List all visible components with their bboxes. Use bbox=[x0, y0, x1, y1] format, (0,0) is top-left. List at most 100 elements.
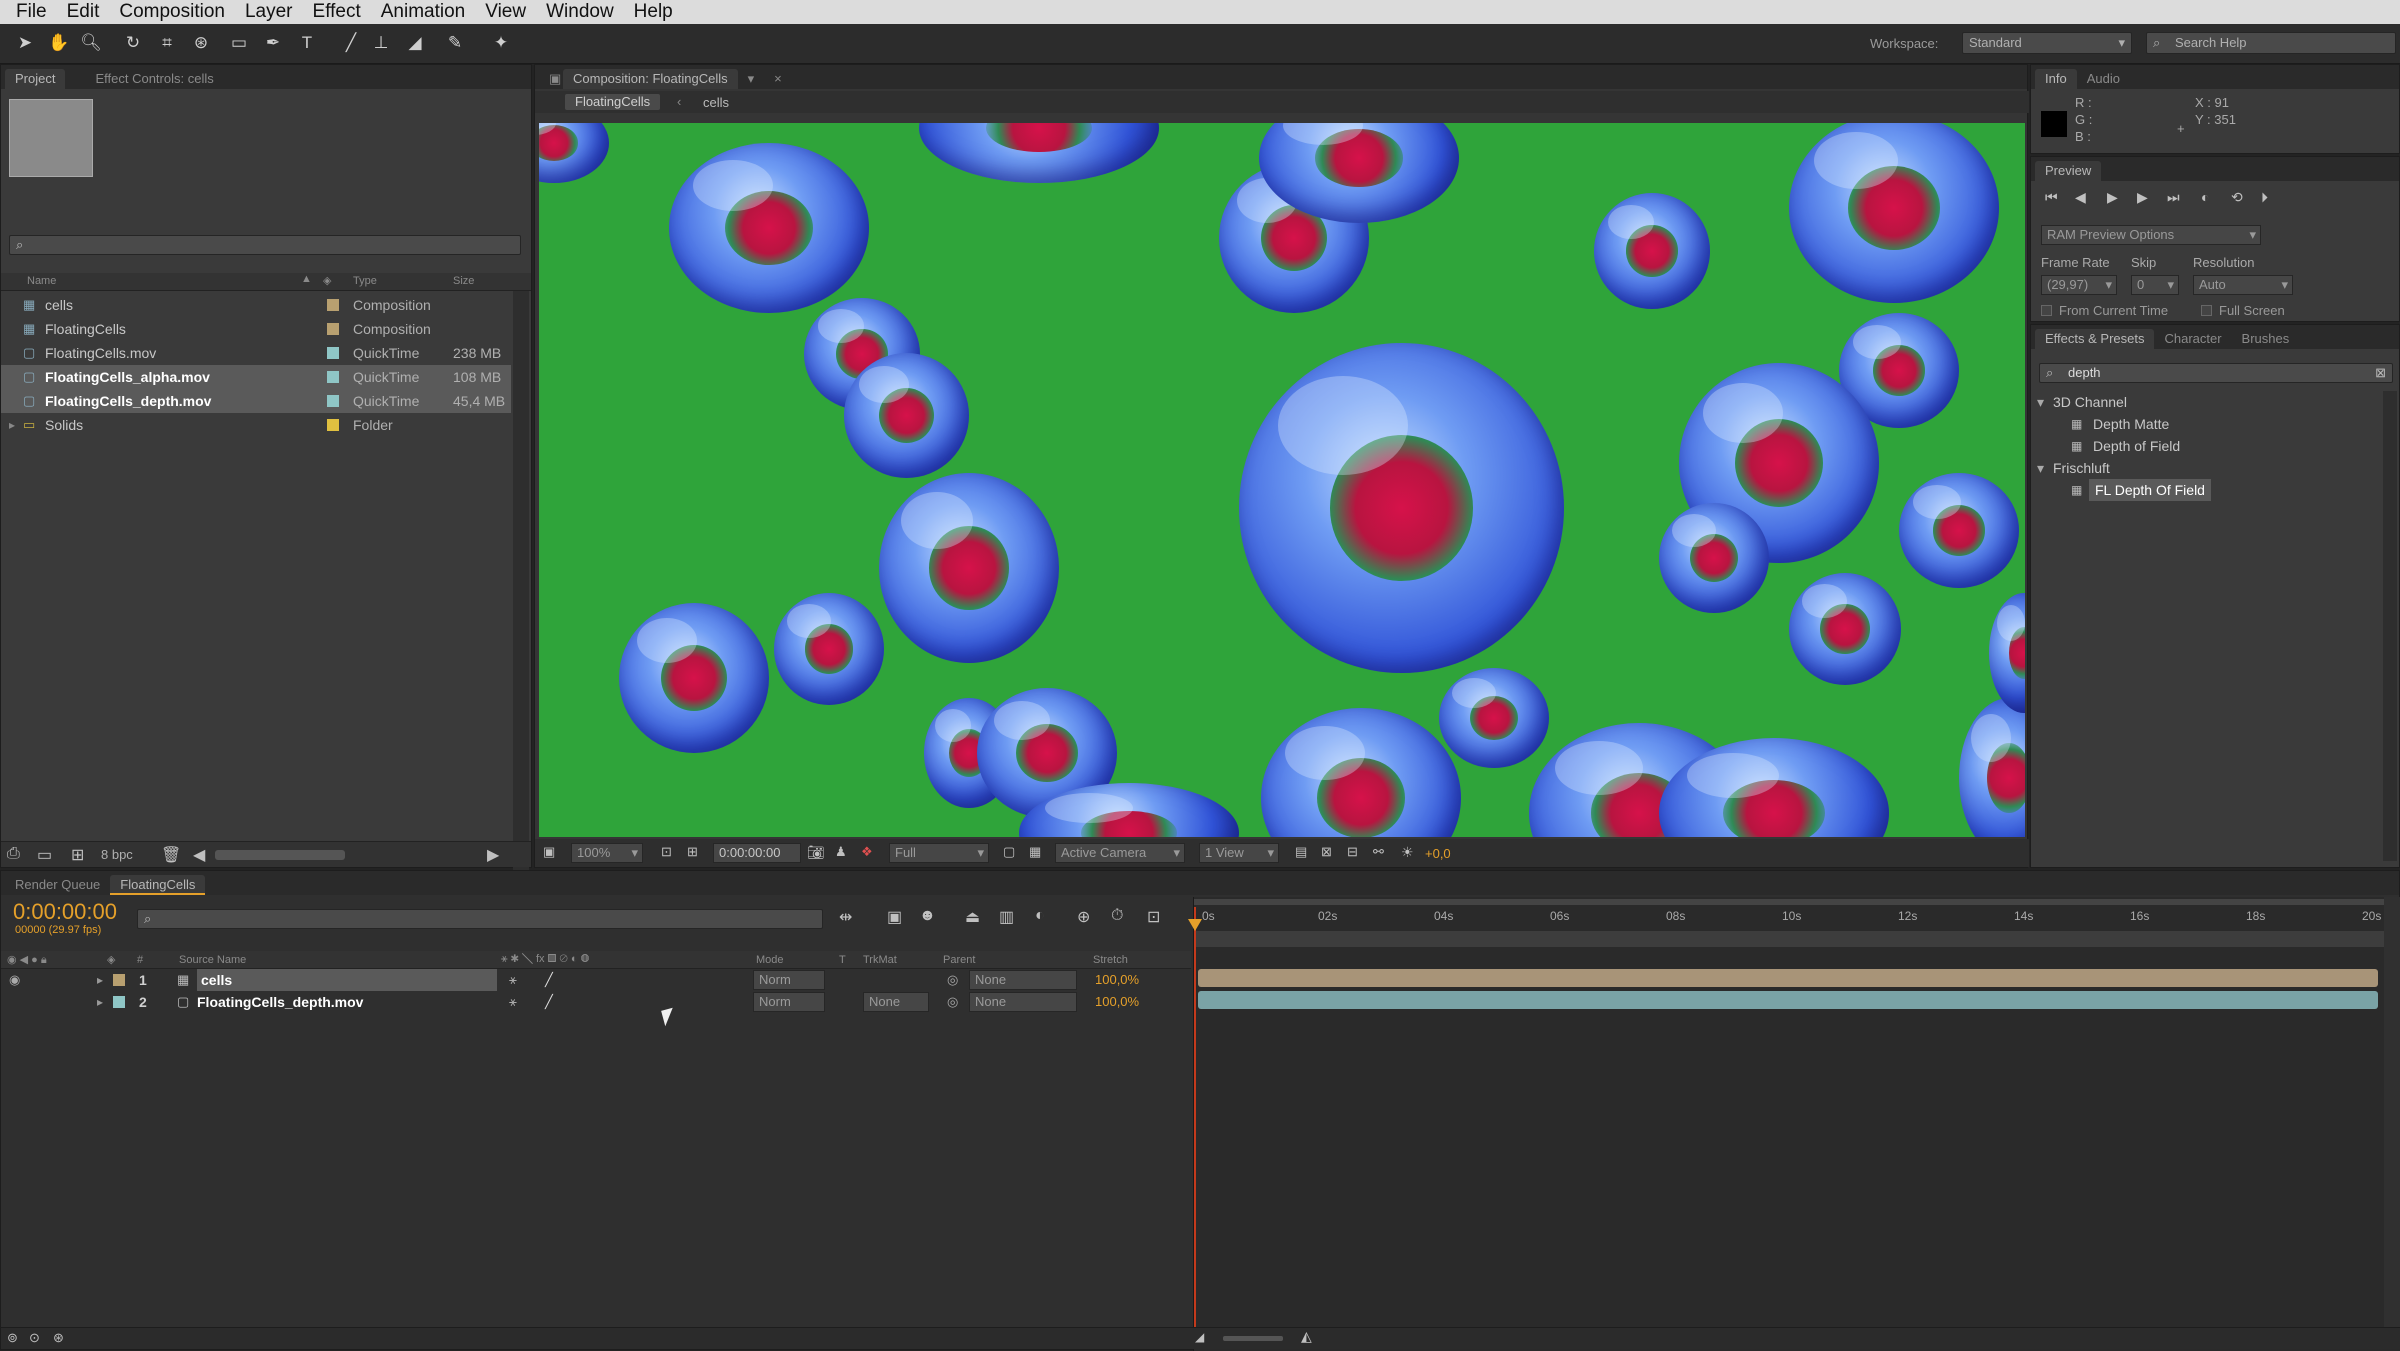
parent-dropdown[interactable]: None bbox=[969, 970, 1077, 990]
graph-icon[interactable]: ⊡ bbox=[1147, 907, 1160, 927]
close-icon[interactable]: × bbox=[764, 69, 792, 89]
new-composition-icon[interactable]: ⊞ bbox=[71, 845, 84, 865]
column-size[interactable]: Size bbox=[453, 275, 474, 287]
grid-icon[interactable]: ⊞ bbox=[687, 844, 698, 860]
loop-icon[interactable]: ⟲ bbox=[2231, 189, 2243, 206]
column-stretch[interactable]: Stretch bbox=[1093, 954, 1128, 966]
effect-item[interactable]: ▦ Depth of Field bbox=[2031, 435, 2381, 457]
expand-triangle-icon[interactable]: ▸ bbox=[97, 991, 103, 1013]
view-layout-dropdown[interactable]: 1 View ▾ bbox=[1199, 843, 1279, 863]
skip-dropdown[interactable]: 0 ▾ bbox=[2131, 275, 2179, 295]
timeline-search-input[interactable]: ⌕ bbox=[137, 909, 823, 929]
scroll-right-icon[interactable]: ▶ bbox=[487, 845, 499, 865]
menu-item-file[interactable]: File bbox=[6, 0, 57, 24]
lock-icon[interactable]: ▣ bbox=[539, 69, 563, 89]
fit-icon[interactable]: ⊡ bbox=[661, 844, 672, 860]
zoom-dropdown[interactable]: 100% ▾ bbox=[571, 843, 643, 863]
label-color-swatch[interactable] bbox=[327, 395, 339, 407]
toggle-pixel-aspect-icon[interactable]: ▤ bbox=[1295, 844, 1307, 860]
flowchart-icon[interactable]: ⚯ bbox=[1373, 844, 1384, 860]
project-item[interactable]: ▸ ▭ Solids Folder bbox=[1, 413, 511, 437]
graph-editor-icon[interactable]: ◐ bbox=[1035, 907, 1045, 925]
search-help-input[interactable]: ⌕ Search Help bbox=[2146, 32, 2396, 54]
breadcrumb-floatingcells[interactable]: FloatingCells bbox=[565, 94, 661, 110]
new-folder-icon[interactable]: ▭ bbox=[37, 845, 52, 865]
always-preview-icon[interactable]: ▣ bbox=[543, 844, 555, 860]
workspace-dropdown[interactable]: Standard ▾ bbox=[1962, 32, 2132, 54]
show-snapshot-icon[interactable]: ♟ bbox=[835, 844, 847, 860]
pen-tool-icon[interactable]: ✒ bbox=[262, 32, 284, 54]
frame-rate-dropdown[interactable]: (29,97) ▾ bbox=[2041, 275, 2117, 295]
toggle-in-out-icon[interactable]: ⊛ bbox=[53, 1330, 64, 1346]
project-search-input[interactable]: ⌕ bbox=[9, 235, 521, 255]
selection-tool-icon[interactable]: ➤ bbox=[14, 32, 36, 54]
trash-icon[interactable]: 🗑︎ bbox=[161, 845, 181, 865]
tab-preview[interactable]: Preview bbox=[2035, 161, 2102, 181]
menu-item-help[interactable]: Help bbox=[624, 0, 683, 24]
frame-blending-icon[interactable]: ⏏ bbox=[965, 907, 980, 927]
timeline-zoom-slider[interactable] bbox=[1223, 1336, 1283, 1341]
next-frame-icon[interactable]: ▶ bbox=[2137, 189, 2148, 206]
menu-item-layer[interactable]: Layer bbox=[235, 0, 303, 24]
visibility-eye-icon[interactable]: ◉ bbox=[9, 969, 20, 991]
zoom-out-icon[interactable]: ◢ bbox=[1195, 1330, 1204, 1344]
pan-behind-tool-icon[interactable]: ⊛ bbox=[190, 32, 212, 54]
play-icon[interactable]: ▶ bbox=[2107, 189, 2118, 206]
label-column-icon[interactable]: ◈ bbox=[323, 274, 331, 287]
fast-previews-icon[interactable]: ⊠ bbox=[1321, 844, 1332, 860]
expand-triangle-icon[interactable]: ▸ bbox=[97, 969, 103, 991]
region-of-interest-icon[interactable]: ▢ bbox=[1003, 844, 1015, 860]
layer-duration-bar[interactable] bbox=[1198, 969, 2378, 987]
stretch-value[interactable]: 100,0% bbox=[1095, 969, 1139, 991]
playhead-handle[interactable] bbox=[1188, 919, 1202, 931]
column-parent[interactable]: Parent bbox=[943, 954, 975, 966]
effects-search-input[interactable]: ⌕ depth ⊠ bbox=[2039, 363, 2393, 383]
composition-menu-chevron-icon[interactable]: ▾ bbox=[738, 69, 765, 89]
full-screen-checkbox[interactable] bbox=[2201, 305, 2212, 316]
roto-brush-tool-icon[interactable]: ✎ bbox=[444, 32, 466, 54]
menu-item-view[interactable]: View bbox=[475, 0, 536, 24]
menu-item-composition[interactable]: Composition bbox=[109, 0, 235, 24]
tab-render-queue[interactable]: Render Queue bbox=[5, 875, 110, 895]
layer-row[interactable]: ◉ ▸ ▦ ⚹ ╱ ◎ 1 cells Norm None 100,0% bbox=[1, 969, 1191, 991]
auto-keyframe-icon[interactable]: ⏱ bbox=[1111, 907, 1123, 925]
camera-tool-icon[interactable]: ⌗ bbox=[156, 32, 178, 54]
parent-dropdown[interactable]: None bbox=[969, 992, 1077, 1012]
timeline-timecode[interactable]: 0:00:00:00 bbox=[13, 899, 117, 925]
ram-preview-icon[interactable]: ⏵ bbox=[2261, 189, 2268, 206]
first-frame-icon[interactable]: ⏮ bbox=[2045, 189, 2058, 206]
tab-composition[interactable]: Composition: FloatingCells bbox=[563, 69, 738, 89]
tab-effect-controls[interactable]: Effect Controls: cells bbox=[85, 69, 223, 89]
effects-scrollbar[interactable] bbox=[2383, 391, 2397, 861]
scroll-left-icon[interactable]: ◀ bbox=[193, 845, 205, 865]
current-time-indicator[interactable] bbox=[1194, 907, 1196, 1347]
project-scrollbar[interactable] bbox=[513, 291, 529, 891]
column-source-name[interactable]: Source Name bbox=[179, 954, 246, 966]
label-color-swatch[interactable] bbox=[327, 347, 339, 359]
label-color-swatch[interactable] bbox=[327, 419, 339, 431]
clone-stamp-tool-icon[interactable]: ⊥ bbox=[370, 32, 392, 54]
eraser-tool-icon[interactable]: ◢ bbox=[404, 32, 426, 54]
current-time-field[interactable]: 0:00:00:00 bbox=[713, 843, 801, 863]
composition-viewer[interactable] bbox=[539, 123, 2025, 837]
zoom-in-icon[interactable]: ◭ bbox=[1301, 1328, 1312, 1345]
expanded-triangle-icon[interactable]: ▾ bbox=[2037, 457, 2044, 479]
puppet-tool-icon[interactable]: ✦ bbox=[490, 32, 512, 54]
rotate-tool-icon[interactable]: ↻ bbox=[122, 32, 144, 54]
tab-audio[interactable]: Audio bbox=[2077, 69, 2130, 89]
menu-item-window[interactable]: Window bbox=[536, 0, 624, 24]
brush-tool-icon[interactable]: ╱ bbox=[340, 32, 362, 54]
tab-effects-presets[interactable]: Effects & Presets bbox=[2035, 329, 2155, 349]
tab-character[interactable]: Character bbox=[2154, 329, 2231, 349]
project-item[interactable]: ▦ cells Composition bbox=[1, 293, 511, 317]
quality-switch-icon[interactable]: ╱ bbox=[545, 969, 553, 991]
column-trkmat[interactable]: TrkMat bbox=[863, 954, 897, 966]
project-item[interactable]: ▢ FloatingCells_alpha.mov QuickTime 108 MB bbox=[1, 365, 511, 389]
quality-switch-icon[interactable]: ╱ bbox=[545, 991, 553, 1013]
toggle-modes-icon[interactable]: ⊙ bbox=[29, 1330, 40, 1346]
layer-name[interactable]: FloatingCells_depth.mov bbox=[197, 991, 363, 1013]
menu-item-animation[interactable]: Animation bbox=[371, 0, 476, 24]
layer-row[interactable]: ▸ ▢ ⚹ ╱ ◎ 2 FloatingCells_depth.mov Norm None Non… bbox=[1, 991, 1191, 1013]
clear-search-icon[interactable]: ⊠ bbox=[2375, 364, 2386, 382]
tab-floatingcells-timeline[interactable]: FloatingCells bbox=[110, 875, 206, 895]
